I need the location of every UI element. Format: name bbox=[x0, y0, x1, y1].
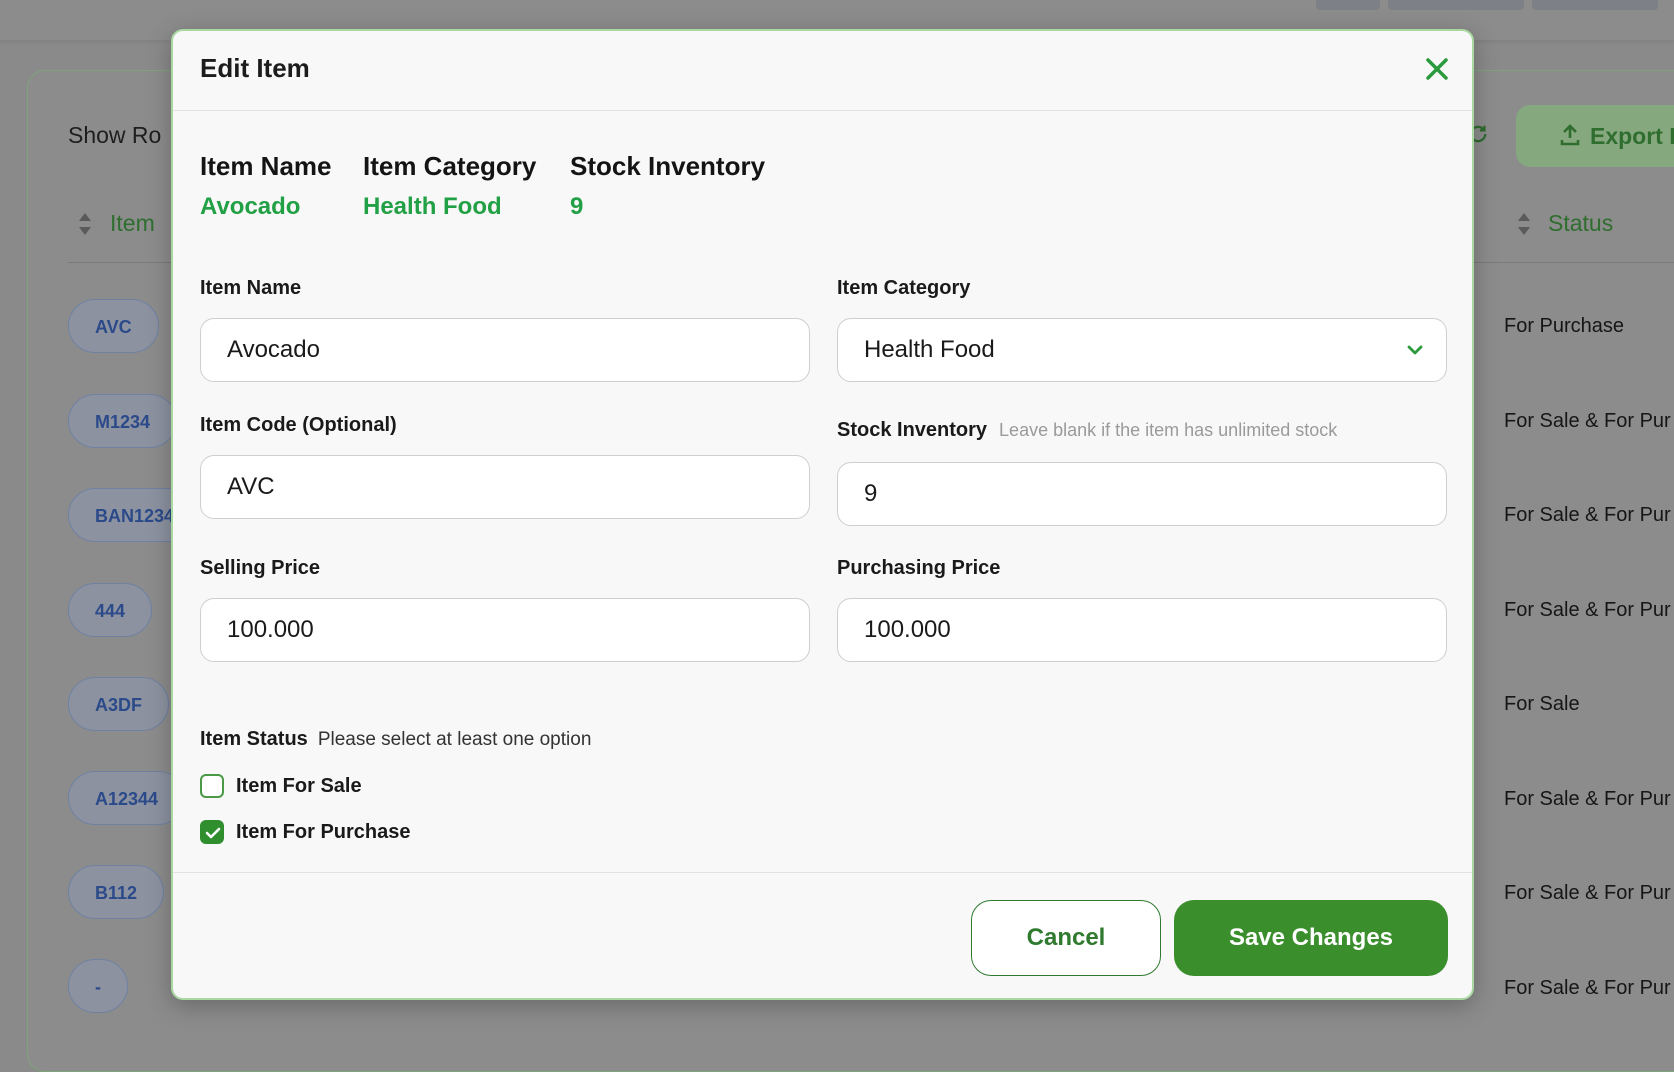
export-button[interactable]: Export I bbox=[1516, 105, 1674, 167]
item-name-input[interactable] bbox=[200, 318, 810, 382]
item-status-cell: For Sale & For Pur bbox=[1504, 977, 1671, 999]
stock-inventory-label: Stock Inventory Leave blank if the item h… bbox=[837, 419, 1337, 442]
item-for-purchase-label: Item For Purchase bbox=[236, 821, 411, 843]
item-status-cell: For Sale & For Pur bbox=[1504, 882, 1671, 904]
item-code-badge: - bbox=[68, 959, 128, 1013]
save-changes-button[interactable]: Save Changes bbox=[1174, 900, 1448, 976]
item-category-selected: Health Food bbox=[864, 336, 995, 363]
selling-price-label: Selling Price bbox=[200, 557, 321, 579]
selling-price-input[interactable] bbox=[200, 598, 810, 662]
summary-item-name-label: Item Name bbox=[200, 151, 332, 181]
chevron-down-icon bbox=[1407, 345, 1423, 355]
item-status-cell: For Purchase bbox=[1504, 315, 1625, 337]
item-code-badge: A3DF bbox=[68, 677, 170, 731]
summary-item-category-label: Item Category bbox=[363, 151, 537, 181]
item-name-label: Item Name bbox=[200, 277, 302, 299]
stock-inventory-hint: Leave blank if the item has unlimited st… bbox=[999, 420, 1338, 440]
item-code-badge: 444 bbox=[68, 583, 153, 637]
item-code-badge: M1234 bbox=[68, 394, 178, 448]
item-status-label-text: Item Status bbox=[200, 728, 308, 750]
item-status-cell: For Sale & For Pur bbox=[1504, 599, 1671, 621]
modal-title: Edit Item bbox=[200, 53, 310, 83]
sort-icon[interactable] bbox=[78, 213, 92, 235]
item-status-cell: For Sale bbox=[1504, 693, 1580, 715]
item-code-input[interactable] bbox=[200, 455, 810, 519]
topbar-tab bbox=[1316, 0, 1380, 10]
item-code-label: Item Code (Optional) bbox=[200, 414, 397, 436]
sort-icon[interactable] bbox=[1517, 213, 1531, 235]
item-for-sale-label: Item For Sale bbox=[236, 775, 362, 797]
item-status-cell: For Sale & For Pur bbox=[1504, 410, 1671, 432]
column-header-item[interactable]: Item bbox=[110, 210, 155, 237]
cancel-button[interactable]: Cancel bbox=[971, 900, 1161, 976]
edit-item-modal: Edit Item Item Name Avocado Item Categor… bbox=[171, 29, 1474, 1000]
summary-item-name-value: Avocado bbox=[200, 193, 301, 220]
item-code-badge: A12344 bbox=[68, 771, 186, 825]
purchasing-price-input[interactable] bbox=[837, 598, 1447, 662]
modal-header: Edit Item bbox=[173, 31, 1472, 111]
item-code-badge: B112 bbox=[68, 865, 165, 919]
item-status-cell: For Sale & For Pur bbox=[1504, 788, 1671, 810]
item-status-cell: For Sale & For Pur bbox=[1504, 504, 1671, 526]
upload-icon bbox=[1560, 124, 1580, 146]
item-category-select[interactable]: Health Food bbox=[837, 318, 1447, 382]
stock-inventory-input[interactable] bbox=[837, 462, 1447, 526]
footer-divider bbox=[173, 872, 1472, 873]
item-code-badge: AVC bbox=[68, 299, 159, 353]
item-status-hint: Please select at least one option bbox=[317, 729, 592, 750]
summary-item-category-value: Health Food bbox=[363, 193, 502, 220]
summary-stock-label: Stock Inventory bbox=[570, 151, 766, 181]
summary-stock-value: 9 bbox=[570, 193, 584, 220]
item-status-label: Item Status Please select at least one op… bbox=[200, 728, 591, 751]
purchasing-price-label: Purchasing Price bbox=[837, 557, 1001, 579]
topbar-tab bbox=[1532, 0, 1658, 10]
export-label: Export I bbox=[1590, 123, 1674, 149]
checkmark-icon bbox=[205, 827, 221, 839]
stock-inventory-label-text: Stock Inventory bbox=[837, 419, 988, 441]
item-for-sale-checkbox[interactable] bbox=[200, 774, 224, 798]
show-rows-label: Show Ro bbox=[68, 122, 162, 148]
item-category-label: Item Category bbox=[837, 277, 971, 299]
column-header-status[interactable]: Status bbox=[1548, 210, 1613, 237]
item-for-purchase-checkbox[interactable] bbox=[200, 820, 224, 844]
topbar-tab bbox=[1388, 0, 1524, 10]
close-icon[interactable] bbox=[1421, 53, 1453, 85]
